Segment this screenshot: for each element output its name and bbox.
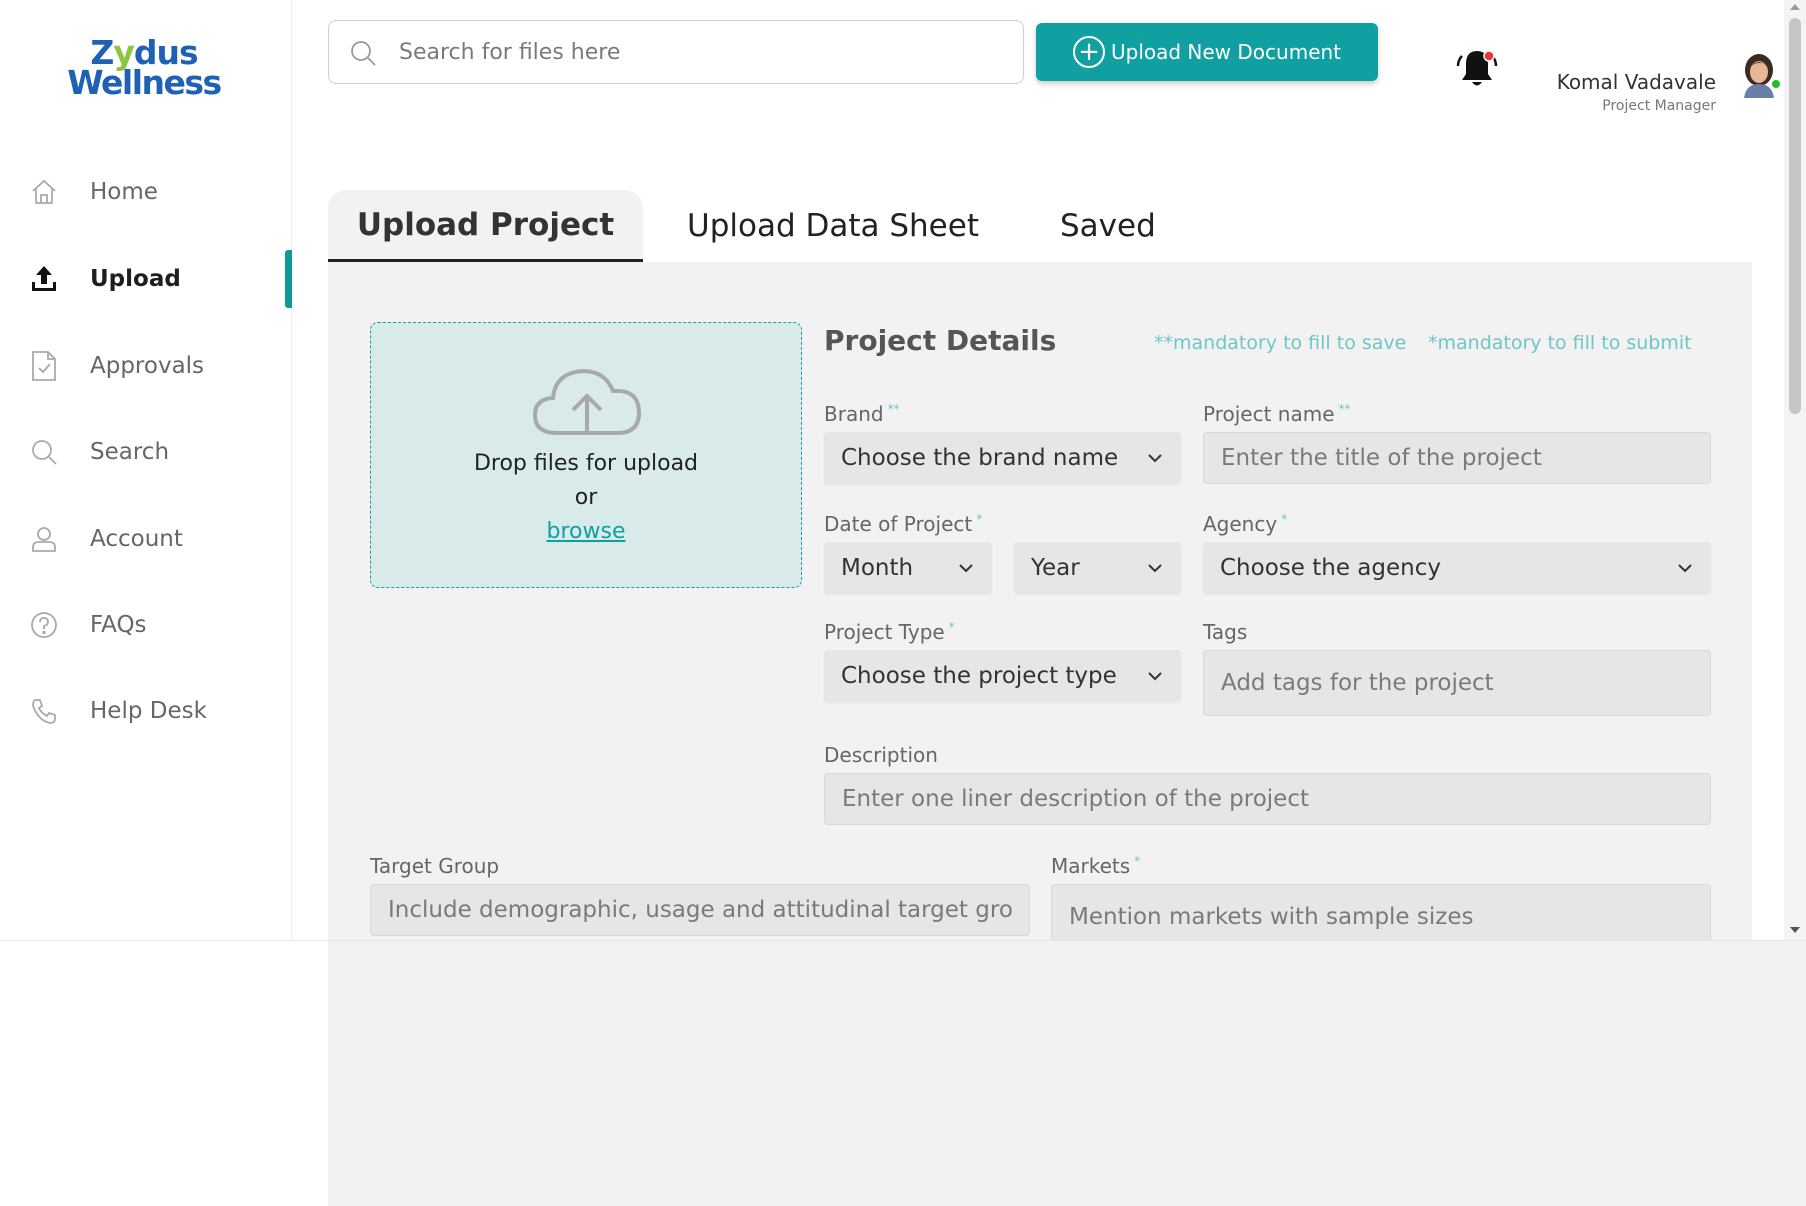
sidebar-item-approvals[interactable]: Approvals <box>0 337 292 395</box>
target-group-input[interactable] <box>370 884 1030 936</box>
agency-select-value: Choose the agency <box>1220 555 1441 581</box>
tab-saved[interactable]: Saved <box>1060 190 1156 262</box>
upload-icon <box>28 263 60 295</box>
brand-label: Brand ** <box>824 402 900 426</box>
project-type-required-mark: * <box>948 620 955 634</box>
project-type-label-text: Project Type <box>824 620 945 644</box>
agency-label-text: Agency <box>1203 512 1278 536</box>
hint-submit: *mandatory to fill to submit <box>1428 332 1692 354</box>
markets-required-mark: * <box>1134 854 1141 868</box>
markets-label: Markets * <box>1051 854 1140 878</box>
scrollbar-thumb[interactable] <box>1789 18 1801 414</box>
chevron-down-icon <box>1148 564 1162 573</box>
active-indicator <box>285 250 292 308</box>
month-select[interactable]: Month <box>824 542 992 594</box>
phone-icon <box>28 695 60 727</box>
tab-upload-data-sheet[interactable]: Upload Data Sheet <box>687 190 979 262</box>
year-select-value: Year <box>1031 555 1080 581</box>
logo-text-wellness: Wellness <box>67 63 222 102</box>
upload-project-panel: Drop files for upload or browse Project … <box>328 262 1752 941</box>
logo[interactable]: Zydus Wellness <box>64 36 224 102</box>
user-role: Project Manager <box>1602 98 1716 114</box>
date-of-project-label: Date of Project * <box>824 512 982 536</box>
sidebar-item-label: Search <box>90 439 170 465</box>
scroll-down-arrow-icon[interactable] <box>1790 927 1800 933</box>
app-viewport: Zydus Wellness Home Upload Approvals Sea… <box>0 0 1806 941</box>
faq-icon <box>28 609 60 641</box>
dropzone-or: or <box>574 485 598 510</box>
sidebar-item-label: Help Desk <box>90 698 207 724</box>
sidebar-item-label: Upload <box>90 266 181 292</box>
agency-select[interactable]: Choose the agency <box>1203 542 1711 594</box>
chevron-down-icon <box>1148 672 1162 681</box>
tags-label: Tags <box>1203 620 1248 644</box>
month-select-value: Month <box>841 555 914 581</box>
project-name-label: Project name ** <box>1203 402 1351 426</box>
search-icon <box>28 436 60 468</box>
sidebar-item-label: Account <box>90 526 183 552</box>
brand-required-mark: ** <box>887 402 900 416</box>
sidebar-item-upload[interactable]: Upload <box>0 250 292 308</box>
sidebar-item-label: Home <box>90 179 158 205</box>
chevron-down-icon <box>1148 454 1162 463</box>
tab-upload-project[interactable]: Upload Project <box>328 190 643 262</box>
date-required-mark: * <box>976 512 983 526</box>
home-icon <box>28 176 60 208</box>
below-viewport-panel-extension <box>328 941 1806 1206</box>
upload-button-label: Upload New Document <box>1110 40 1342 64</box>
description-label: Description <box>824 743 938 767</box>
target-group-label: Target Group <box>370 854 500 878</box>
search-bar <box>328 20 1024 84</box>
brand-select-value: Choose the brand name <box>841 445 1119 471</box>
agency-label: Agency * <box>1203 512 1287 536</box>
description-input[interactable] <box>824 773 1711 825</box>
notification-bell-icon[interactable] <box>1452 44 1502 94</box>
brand-select[interactable]: Choose the brand name <box>824 432 1181 484</box>
sidebar-item-home[interactable]: Home <box>0 163 292 221</box>
project-name-label-text: Project name <box>1203 402 1335 426</box>
markets-label-text: Markets <box>1051 854 1131 878</box>
plus-circle-icon: + <box>1072 36 1105 68</box>
chevron-down-icon <box>959 564 973 573</box>
project-name-required-mark: ** <box>1338 402 1351 416</box>
sidebar-item-search[interactable]: Search <box>0 423 292 481</box>
date-label-text: Date of Project <box>824 512 973 536</box>
sidebar-item-faqs[interactable]: FAQs <box>0 596 292 654</box>
user-info: Komal Vadavale Project Manager <box>1557 70 1716 114</box>
upload-new-document-button[interactable]: + Upload New Document <box>1036 23 1378 81</box>
sidebar-item-label: FAQs <box>90 612 147 638</box>
account-icon <box>28 523 60 555</box>
page-scrollbar[interactable] <box>1784 0 1806 941</box>
search-icon <box>349 39 377 71</box>
sidebar-item-account[interactable]: Account <box>0 510 292 568</box>
dropzone-text: Drop files for upload <box>473 451 699 476</box>
cloud-upload-icon <box>531 365 643 441</box>
search-input[interactable] <box>399 31 999 73</box>
hint-save: **mandatory to fill to save <box>1154 332 1407 354</box>
project-details-title: Project Details <box>824 324 1057 357</box>
browse-link[interactable]: browse <box>371 519 801 544</box>
agency-required-mark: * <box>1281 512 1288 526</box>
project-type-select-value: Choose the project type <box>841 663 1117 689</box>
project-type-select[interactable]: Choose the project type <box>824 650 1181 702</box>
project-name-input[interactable] <box>1203 432 1711 484</box>
user-name: Komal Vadavale <box>1556 70 1716 94</box>
file-dropzone[interactable]: Drop files for upload or browse <box>370 322 802 588</box>
brand-label-text: Brand <box>824 402 884 426</box>
project-type-label: Project Type * <box>824 620 955 644</box>
online-status-icon <box>1770 78 1782 90</box>
avatar[interactable] <box>1738 52 1782 98</box>
sidebar-item-help-desk[interactable]: Help Desk <box>0 682 292 740</box>
markets-input[interactable] <box>1051 884 1711 941</box>
chevron-down-icon <box>1678 564 1692 573</box>
sidebar-item-label: Approvals <box>90 353 205 379</box>
scroll-up-arrow-icon[interactable] <box>1790 4 1800 10</box>
sidebar: Zydus Wellness Home Upload Approvals Sea… <box>0 0 292 941</box>
approvals-icon <box>28 350 60 382</box>
tags-input[interactable] <box>1203 650 1711 716</box>
year-select[interactable]: Year <box>1014 542 1181 594</box>
